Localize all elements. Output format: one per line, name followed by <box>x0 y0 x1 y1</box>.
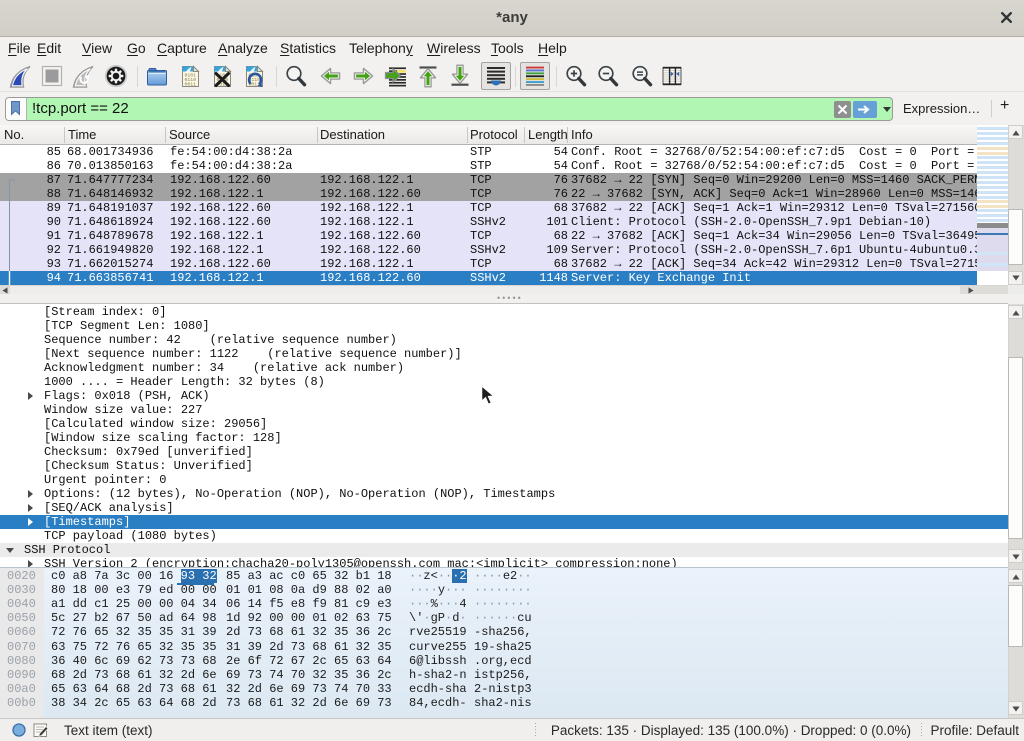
svg-text:0011: 0011 <box>185 82 197 88</box>
